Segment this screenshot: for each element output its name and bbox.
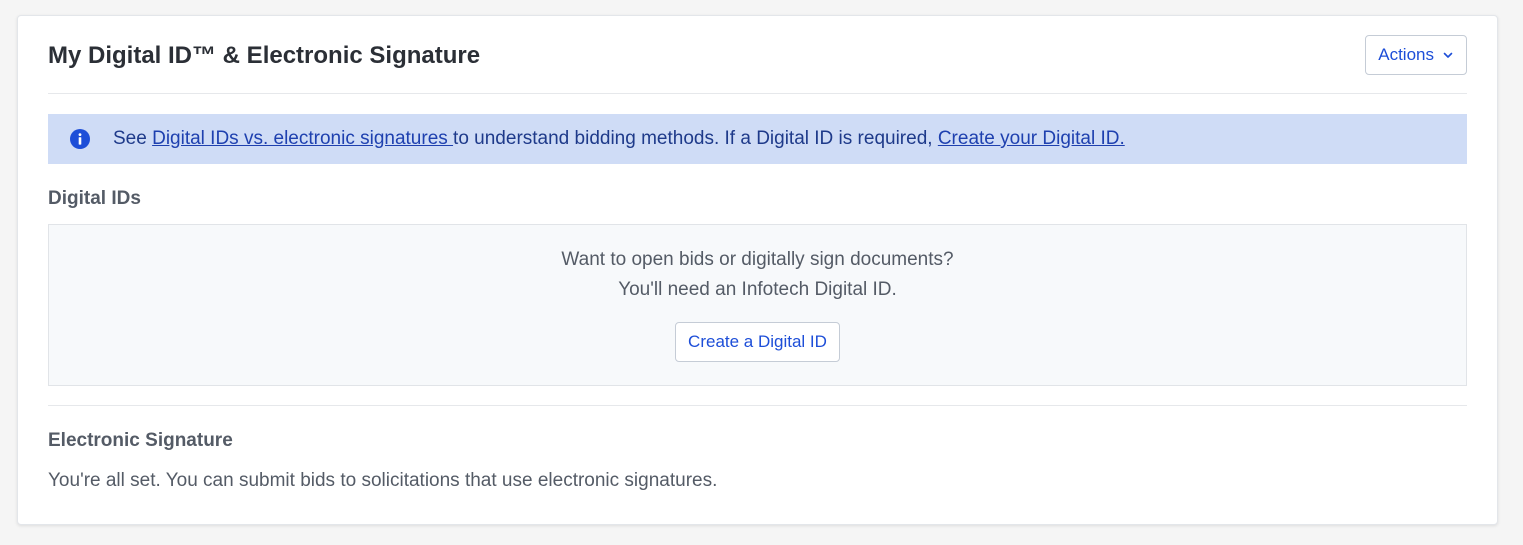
electronic-signature-heading: Electronic Signature	[48, 430, 233, 451]
digital-ids-heading: Digital IDs	[48, 188, 141, 209]
create-digital-id-button[interactable]: Create a Digital ID	[675, 322, 840, 362]
actions-button-label: Actions	[1378, 45, 1434, 64]
section-divider	[48, 405, 1467, 406]
digital-ids-prompt-line-2: You'll need an Infotech Digital ID.	[618, 279, 897, 300]
digital-ids-vs-esignatures-link[interactable]: Digital IDs vs. electronic signatures	[152, 128, 453, 149]
digital-ids-prompt-line-1: Want to open bids or digitally sign docu…	[561, 249, 954, 270]
digital-id-card: My Digital ID™ & Electronic Signature Ac…	[17, 15, 1498, 525]
header-divider	[48, 93, 1467, 94]
info-banner-prefix: See	[113, 128, 153, 149]
actions-button[interactable]: Actions	[1365, 35, 1467, 75]
digital-ids-panel: Want to open bids or digitally sign docu…	[48, 224, 1467, 386]
electronic-signature-status: You're all set. You can submit bids to s…	[48, 470, 718, 491]
chevron-down-icon	[1443, 52, 1453, 58]
info-banner: See Digital IDs vs. electronic signature…	[48, 114, 1467, 164]
page-title: My Digital ID™ & Electronic Signature	[48, 42, 481, 69]
info-banner-text: See Digital IDs vs. electronic signature…	[113, 128, 1125, 150]
info-icon	[70, 129, 90, 149]
info-banner-middle: to understand bidding methods. If a Digi…	[453, 128, 938, 149]
create-your-digital-id-link[interactable]: Create your Digital ID.	[938, 128, 1125, 149]
